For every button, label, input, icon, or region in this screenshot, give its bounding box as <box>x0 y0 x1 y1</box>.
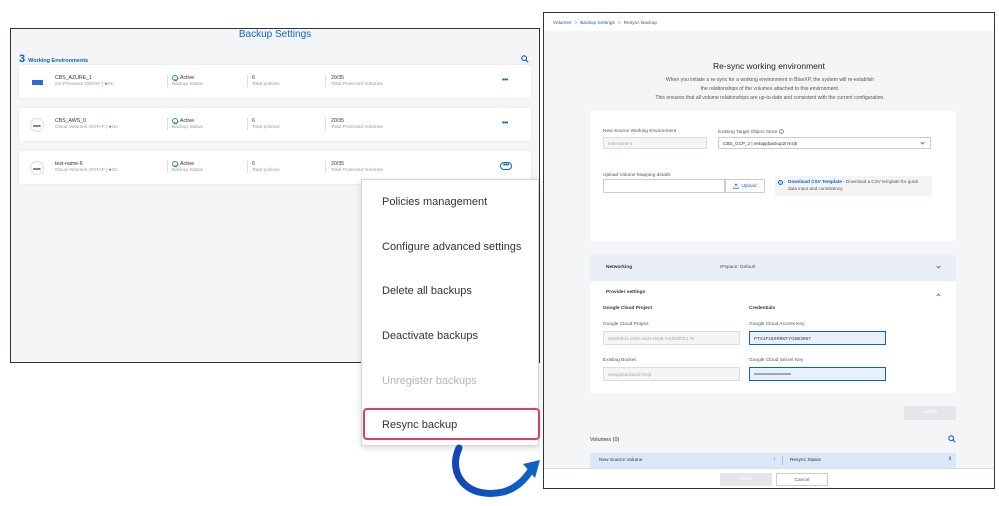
target-object-store-label: Existing Target Object Store i <box>718 129 784 135</box>
total-protected-volumes: 20/35 Total Protected Volumes <box>331 161 383 173</box>
column-header-resync-status[interactable]: Resync Status <box>790 458 821 463</box>
total-policies: 6 Total policies <box>252 118 280 130</box>
cancel-button[interactable]: Cancel <box>776 473 828 486</box>
volumes-table-header: New Source Volume ↑ Resync Status ⇕ <box>590 453 956 468</box>
environment-name: CBS_AWS_0 <box>55 118 86 124</box>
menu-item-configure-advanced-settings[interactable]: Configure advanced settings <box>382 241 521 253</box>
menu-item-deactivate-backups[interactable]: Deactivate backups <box>382 330 478 342</box>
environment-count: 3 <box>19 53 26 65</box>
breadcrumb-volumes[interactable]: Volumes <box>553 21 571 26</box>
backup-status: Active Backup Status <box>172 161 203 173</box>
download-csv-template-link[interactable]: Download CSV Template <box>788 179 842 184</box>
more-actions-icon[interactable]: ••• <box>500 162 512 170</box>
mapping-file-input[interactable] <box>603 179 725 193</box>
total-protected-volumes: 20/35 Total Protected Volumes <box>331 118 383 130</box>
menu-item-unregister-backups: Unregister backups <box>382 375 477 387</box>
environment-type: Cloud Volumes ONTAP | ●On <box>55 125 118 130</box>
networking-label: Networking <box>606 265 633 270</box>
column-header-source-volume[interactable]: New Source Volume <box>599 458 642 463</box>
gcp-project-label: Google Cloud Project <box>603 322 649 327</box>
chevron-down-icon[interactable] <box>936 264 941 269</box>
curved-arrow-icon <box>452 444 540 497</box>
info-icon: i <box>778 180 783 185</box>
breadcrumb-current: Resync Backup <box>623 21 658 26</box>
sort-up-icon[interactable]: ↑ <box>773 457 776 463</box>
access-key-input[interactable]: PTX1F15XR9KFYGB53957 <box>749 331 886 345</box>
total-protected-volumes: 20/35 Total Protected Volumes <box>331 75 383 87</box>
networking-section[interactable]: Networking IPspace: Default <box>590 255 956 281</box>
environment-row[interactable]: aws CBS_AWS_0 Cloud Volumes ONTAP | ●On … <box>19 108 531 141</box>
menu-item-delete-all-backups[interactable]: Delete all backups <box>382 285 472 297</box>
resync-highlight-box <box>363 408 540 440</box>
gcp-project-input: 0e5386d1-e69c-4ad1-84a6-34dbd0f3c178 <box>603 331 740 345</box>
access-key-label: Google Cloud Access Key <box>749 322 805 327</box>
environment-type: On-Premises ONTAP | ●On <box>55 82 114 87</box>
gcp-project-heading: Google Cloud Project <box>603 306 653 311</box>
working-environments-header: 3 Working Environments <box>19 53 88 65</box>
resync-description-line: When you initiate a re-sync for a workin… <box>665 77 875 83</box>
total-policies: 6 Total policies <box>252 75 280 87</box>
csv-template-notice: i Download CSV Template - Download a CSV… <box>775 176 932 196</box>
source-environment-input: test-name-6 <box>603 137 707 149</box>
secret-key-label: Google Cloud Secret Key <box>749 358 804 363</box>
aws-logo-icon: aws <box>30 118 44 132</box>
provider-settings-label: Provider settings <box>606 290 646 295</box>
resync-description-line: This ensures that all volume relationshi… <box>655 95 885 101</box>
credentials-heading: Credentials <box>749 306 776 311</box>
resync-title: Re-sync working environment <box>713 61 825 71</box>
sort-icon[interactable]: ⇕ <box>948 456 952 462</box>
actions-menu: Policies management Configure advanced s… <box>361 179 540 446</box>
top-bar: Volumes > Backup Settings > Resync Backu… <box>544 13 994 31</box>
footer-bar: Done Cancel <box>544 468 994 488</box>
more-actions-icon[interactable]: ••• <box>502 120 508 127</box>
page-title: Backup Settings <box>238 29 312 40</box>
resync-backup-panel: Volumes > Backup Settings > Resync Backu… <box>543 12 995 489</box>
info-icon: i <box>778 129 784 134</box>
done-button[interactable]: Done <box>720 473 772 486</box>
check-circle-icon <box>172 118 178 124</box>
environment-name: CBS_AZURE_1 <box>55 75 92 81</box>
volumes-title: Volumes (0) <box>590 437 620 443</box>
search-icon[interactable] <box>521 55 529 63</box>
resync-description-line: the relationships of the volumes attache… <box>700 86 840 92</box>
menu-item-policies-management[interactable]: Policies management <box>382 196 487 208</box>
mapping-details-label: Upload Volume Mapping details <box>603 173 671 178</box>
backup-status: Active Backup Status <box>172 118 203 130</box>
upload-icon <box>733 183 740 189</box>
total-policies: 6 Total policies <box>252 161 280 173</box>
aws-logo-icon: aws <box>30 161 44 175</box>
environment-type: Cloud Volumes ONTAP | ●On <box>55 168 118 173</box>
existing-bucket-input: netappbackup2i7ezj5 <box>603 367 740 381</box>
target-object-store-select[interactable]: CBS_GCP_2 | netappbackup2i7ezj5 <box>718 137 931 149</box>
source-environment-label: New Source Working Environment <box>603 129 677 134</box>
secret-key-input[interactable]: •••••••••••••••••••••••••••••••••••••••• <box>749 367 886 381</box>
ipspace-label: IPspace: Default <box>720 265 756 270</box>
environment-row[interactable]: CBS_AZURE_1 On-Premises ONTAP | ●On Acti… <box>19 65 531 98</box>
more-actions-icon[interactable]: ••• <box>502 77 508 84</box>
environment-name: test-name-6 <box>55 161 83 167</box>
search-icon[interactable] <box>948 435 956 443</box>
breadcrumb: Volumes > Backup Settings > Resync Backu… <box>553 21 658 26</box>
check-circle-icon <box>172 161 178 167</box>
check-circle-icon <box>172 75 178 81</box>
existing-bucket-label: Existing Bucket <box>603 358 636 363</box>
breadcrumb-backup-settings[interactable]: Backup Settings <box>580 21 615 26</box>
azure-logo-icon <box>30 75 44 89</box>
environment-count-label: Working Environments <box>28 58 89 64</box>
upload-button[interactable]: Upload <box>725 179 765 193</box>
backup-status: Active Backup Status <box>172 75 203 87</box>
submit-button[interactable]: Submit <box>904 406 956 420</box>
